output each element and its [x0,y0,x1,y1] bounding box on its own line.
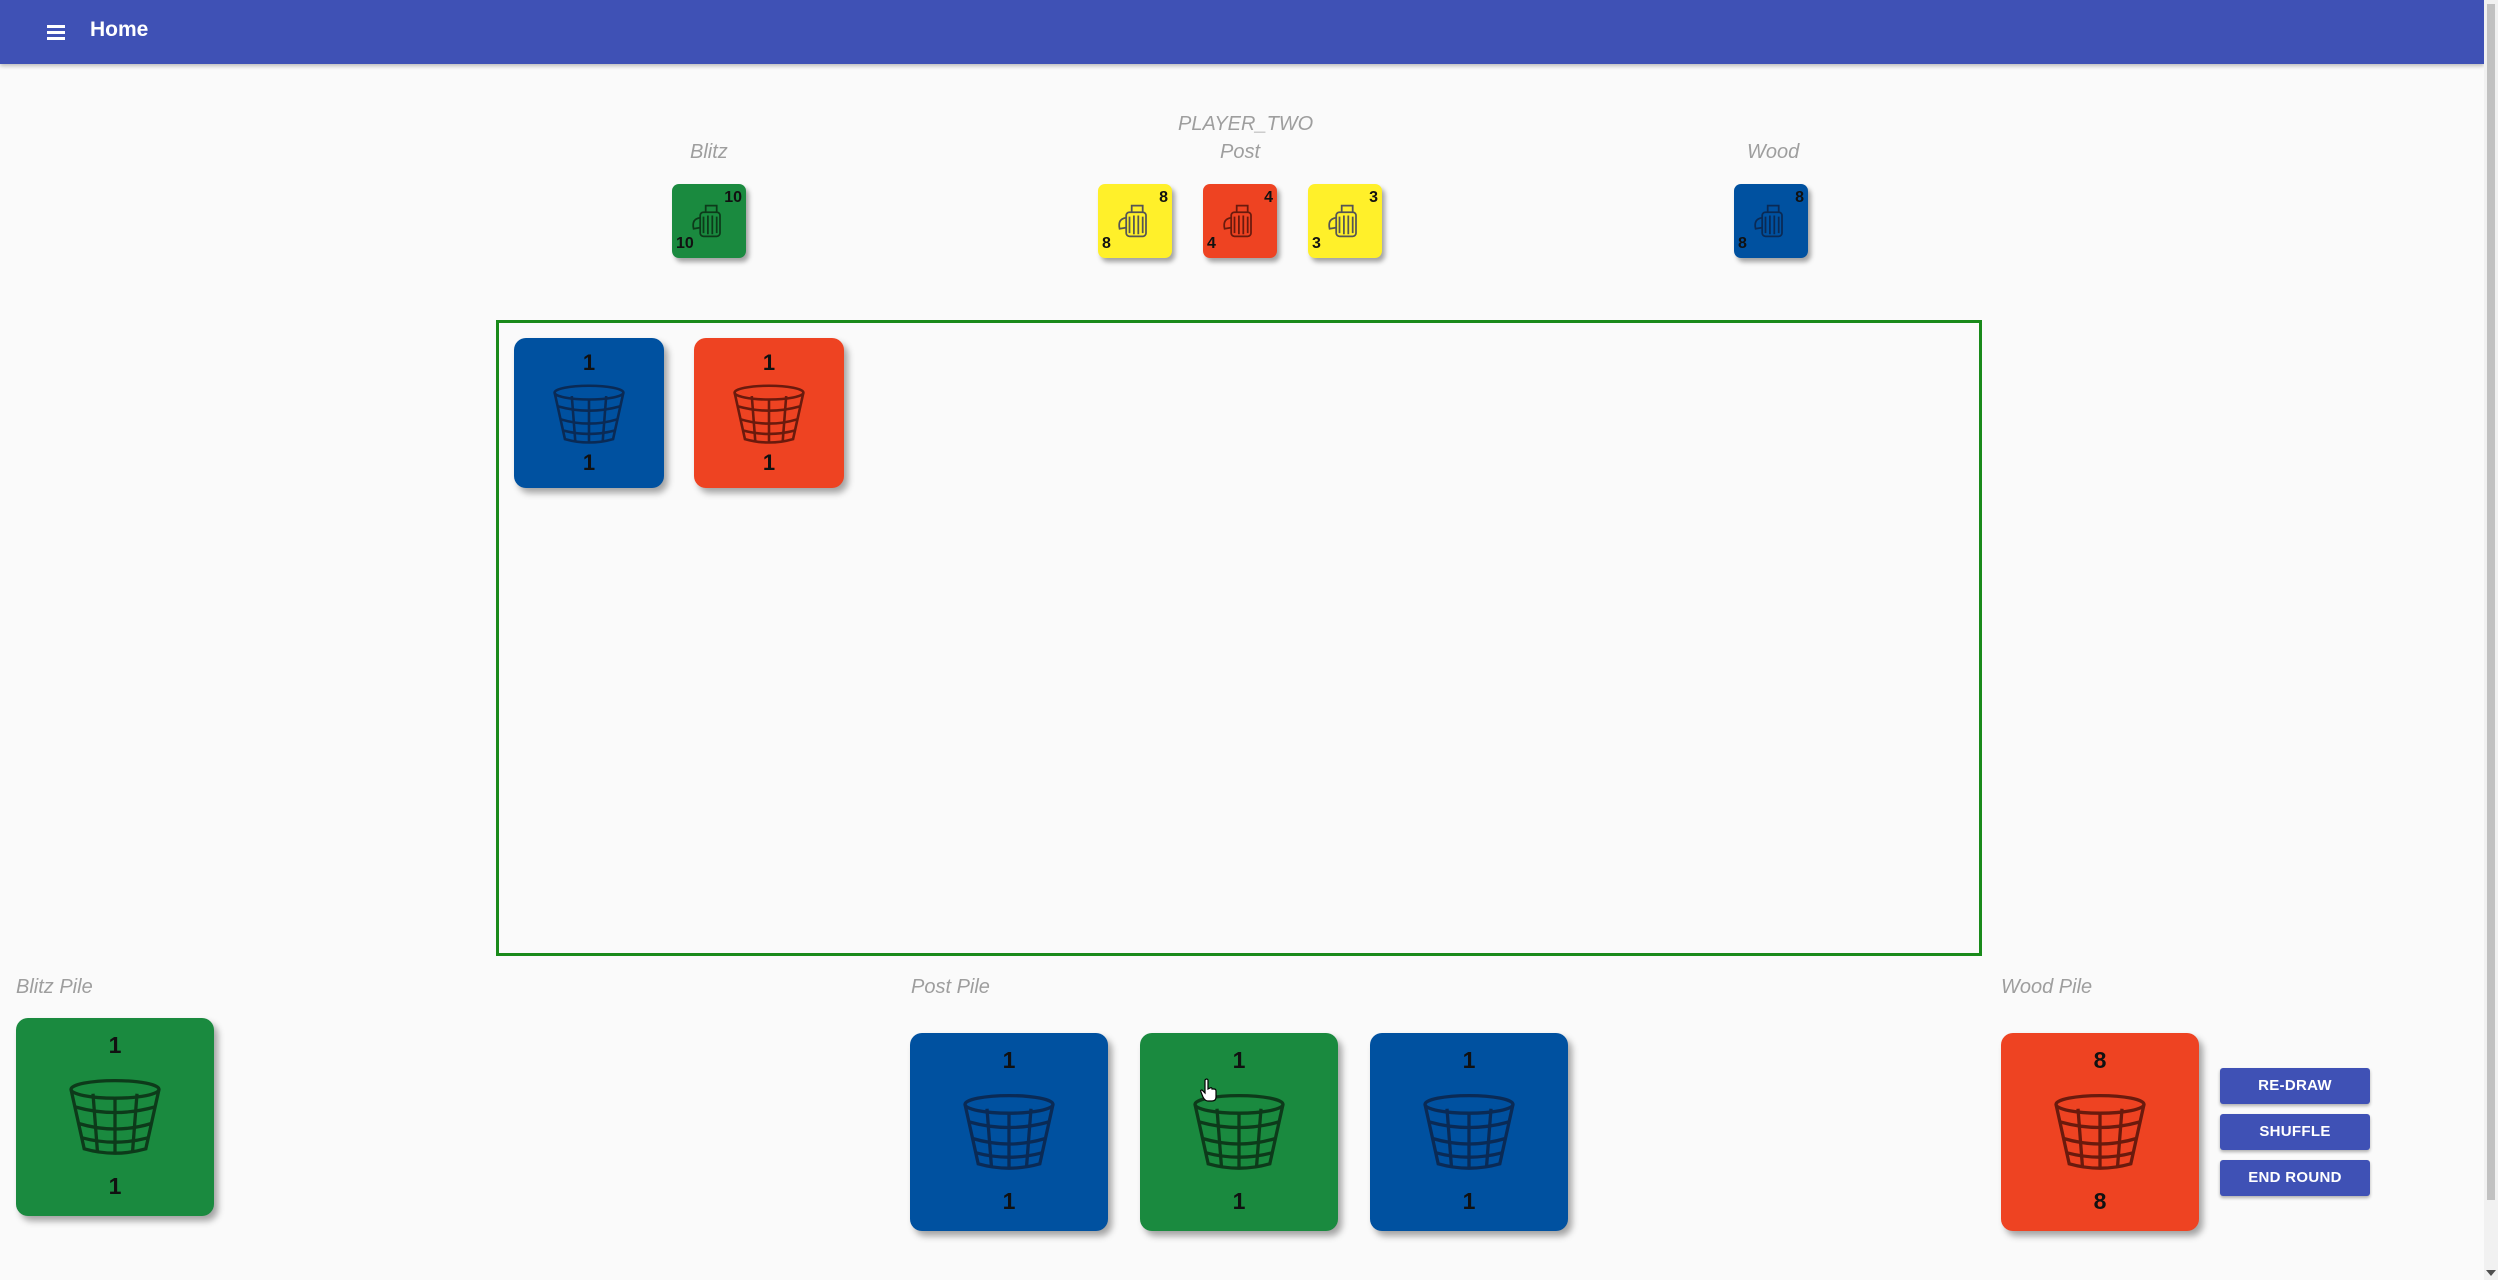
card-value-top: 4 [1264,189,1273,206]
card-value-top: 3 [1369,189,1378,206]
card-value-top: 1 [582,350,596,375]
basket-icon [553,384,625,444]
card-value-top: 1 [108,1032,122,1058]
card-value-bottom: 8 [1738,235,1747,252]
water-pump-icon [1223,204,1252,238]
basket-icon [1423,1093,1515,1170]
opponent-post-label: Post [1220,141,1261,163]
card-value-top: 1 [762,350,776,375]
scroll-down-arrow-icon[interactable] [2486,1270,2496,1276]
opponent-post-card[interactable]: 3 3 [1308,184,1382,258]
center-card[interactable]: 1 1 [514,338,664,488]
center-card[interactable]: 1 1 [694,338,844,488]
card-value-bottom: 1 [108,1173,122,1199]
post-pile-label: Post Pile [911,976,990,998]
card-value-bottom: 1 [1232,1188,1246,1214]
card-value-top: 8 [2093,1047,2107,1073]
page-title: Home [90,18,149,41]
basket-icon [2054,1093,2146,1170]
water-pump-icon [1118,204,1147,238]
card-value-top: 8 [1159,189,1168,206]
opponent-blitz-label: Blitz [690,141,728,163]
shuffle-button[interactable]: SHUFFLE [2220,1114,2370,1150]
card-value-top: 1 [1002,1047,1016,1073]
basket-icon [69,1078,161,1155]
water-pump-icon [1328,204,1357,238]
opponent-name: PLAYER_TWO [1178,113,1314,135]
water-pump-icon [1754,204,1783,238]
card-value-bottom: 1 [1462,1188,1476,1214]
post-pile-card[interactable]: 1 1 [1140,1033,1338,1231]
redraw-button[interactable]: RE-DRAW [2220,1068,2370,1104]
opponent-post-card[interactable]: 4 4 [1203,184,1277,258]
card-value-top: 1 [1462,1047,1476,1073]
card-value-top: 8 [1795,189,1804,206]
basket-icon [1193,1093,1285,1170]
vertical-scrollbar[interactable] [2484,0,2498,1280]
wood-pile-card[interactable]: 8 8 [2001,1033,2199,1231]
menu-icon[interactable] [40,16,72,48]
opponent-post-card[interactable]: 8 8 [1098,184,1172,258]
post-pile-card[interactable]: 1 1 [910,1033,1108,1231]
card-value-bottom: 8 [2093,1188,2107,1214]
blitz-pile-label: Blitz Pile [16,976,93,998]
card-value-top: 10 [724,189,742,206]
card-value-bottom: 4 [1207,235,1216,252]
wood-pile-label: Wood Pile [2001,976,2093,998]
app-bar: Home [0,0,2484,64]
card-value-bottom: 1 [762,450,776,475]
opponent-wood-label: Wood [1747,141,1800,163]
opponent-blitz-card[interactable]: 10 10 [672,184,746,258]
card-value-bottom: 8 [1102,235,1111,252]
card-value-bottom: 1 [1002,1188,1016,1214]
post-pile-card[interactable]: 1 1 [1370,1033,1568,1231]
basket-icon [733,384,805,444]
card-value-bottom: 3 [1312,235,1321,252]
end-round-button[interactable]: END ROUND [2220,1160,2370,1196]
card-value-bottom: 10 [676,235,694,252]
card-value-top: 1 [1232,1047,1246,1073]
hand-cursor-icon [1200,1078,1217,1102]
card-value-bottom: 1 [582,450,596,475]
scrollbar-thumb[interactable] [2487,4,2495,1200]
opponent-wood-card[interactable]: 8 8 [1734,184,1808,258]
basket-icon [963,1093,1055,1170]
blitz-pile-card[interactable]: 1 1 [16,1018,214,1216]
